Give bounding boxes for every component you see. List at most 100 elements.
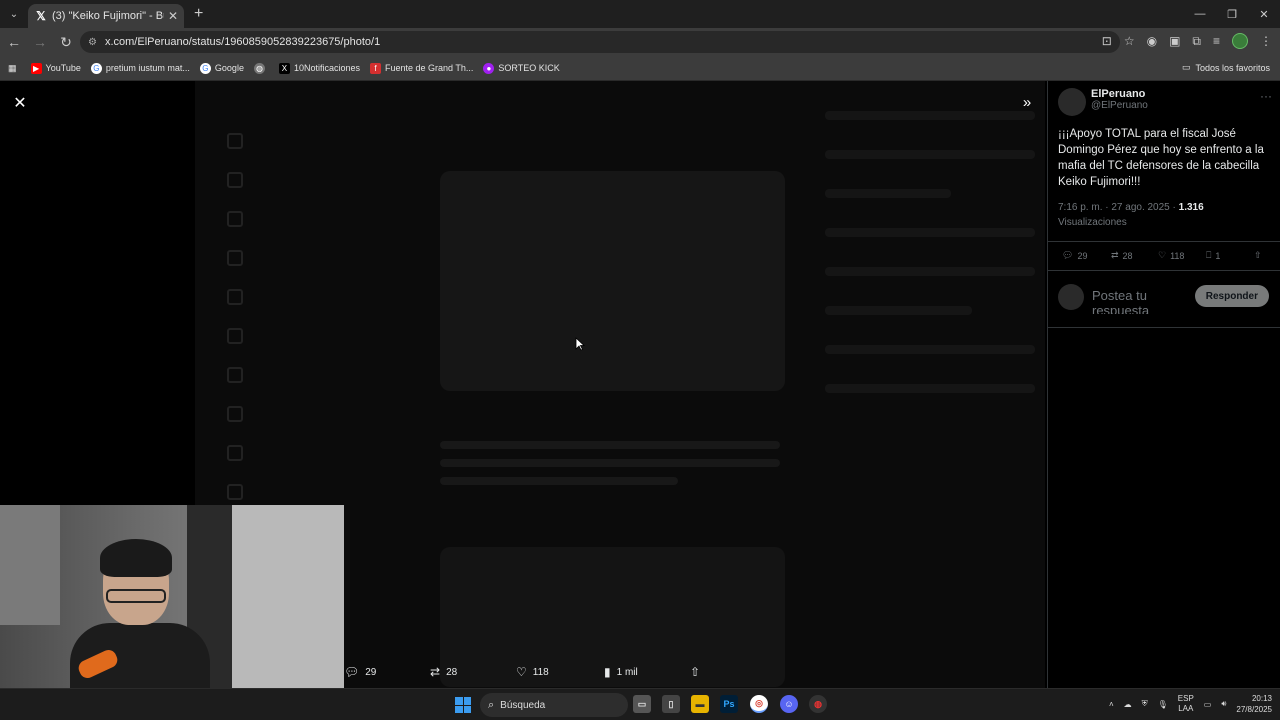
- tab-close-icon[interactable]: ✕: [168, 9, 178, 23]
- reply-submit-button[interactable]: Responder: [1194, 285, 1269, 307]
- bookmarks-bar: ▦ ▶ YouTube Gpretium iustum mat... G Googl…: [0, 56, 1280, 81]
- extension2-icon[interactable]: ▣: [1169, 34, 1180, 48]
- x-logo-icon: 𝕏: [36, 9, 46, 23]
- bookmark-label: YouTube: [45, 63, 81, 73]
- apps-icon[interactable]: ▦: [8, 63, 17, 74]
- views-label: Visualizaciones: [1058, 217, 1127, 228]
- bookmark-icon: ⎕: [1206, 250, 1212, 260]
- webcam-overlay: [0, 505, 344, 688]
- window-controls: — ❐ ✕: [1184, 0, 1280, 28]
- share-icon: ⇧: [1254, 250, 1262, 260]
- restore-button[interactable]: ❐: [1216, 0, 1248, 28]
- search-icon: ⌕: [488, 698, 495, 711]
- repost-icon: ⇄: [430, 665, 441, 679]
- repost-button[interactable]: ⇄ 28: [1111, 250, 1133, 261]
- toolbar-right-icons: ⊡ ☆ ◉ ▣ ⧉ ≡ ⋮: [1102, 33, 1272, 49]
- f-icon: f: [370, 62, 381, 74]
- bookmark-notificaciones[interactable]: X 10Notificaciones: [278, 62, 360, 74]
- app-icon[interactable]: ▯: [662, 695, 680, 713]
- bookmark-button[interactable]: ⎕ 1: [1206, 250, 1220, 261]
- globe-icon: ◍: [253, 62, 265, 74]
- taskbar-search[interactable]: ⌕ Búsqueda: [480, 693, 628, 717]
- browser-tab-active[interactable]: 𝕏 (3) "Keiko Fujimori" - Buscar / X ✕: [28, 4, 184, 28]
- start-button[interactable]: [455, 697, 471, 713]
- new-tab-button[interactable]: +: [194, 5, 203, 23]
- clock[interactable]: 20:13 27/8/2025: [1236, 693, 1272, 715]
- photo-reply-count: 29: [365, 666, 377, 678]
- photoshop-icon[interactable]: Ps: [720, 695, 738, 713]
- lang-top: ESP: [1177, 694, 1194, 703]
- dimmed-text: [440, 441, 780, 501]
- site-info-icon[interactable]: ⚙: [88, 37, 97, 48]
- photo-reply-button[interactable]: 💬︎ 29: [344, 665, 376, 679]
- tweet-author[interactable]: ElPeruano @ElPeruano: [1058, 88, 1148, 116]
- google-icon: G: [90, 62, 102, 74]
- minimize-button[interactable]: —: [1184, 0, 1216, 28]
- bookmark-count: 1: [1215, 250, 1221, 261]
- close-window-button[interactable]: ✕: [1248, 0, 1280, 28]
- mic-icon[interactable]: 🎙︎: [1158, 700, 1168, 709]
- bookmark-star-icon[interactable]: ☆: [1124, 34, 1135, 48]
- like-count: 118: [1170, 250, 1185, 261]
- forward-button[interactable]: →: [28, 30, 52, 54]
- back-button[interactable]: ←: [2, 30, 26, 54]
- app2-icon[interactable]: ◍: [809, 695, 827, 713]
- like-button[interactable]: ♡ 118: [1158, 250, 1184, 261]
- shield-icon[interactable]: ⛨: [1142, 699, 1148, 709]
- puzzle-icon[interactable]: ⧉: [1192, 34, 1201, 49]
- tweet-time[interactable]: 7:16 p. m. · 27 ago. 2025 ·: [1058, 202, 1176, 213]
- install-app-icon[interactable]: ⊡: [1102, 34, 1112, 48]
- task-view-icon[interactable]: ▭: [633, 695, 651, 713]
- language-indicator[interactable]: ESP LAA: [1178, 694, 1194, 714]
- clock-time: 20:13: [1251, 694, 1272, 703]
- network-icon[interactable]: ▭: [1204, 700, 1212, 709]
- bookmark-fuente[interactable]: f Fuente de Grand Th...: [370, 62, 474, 74]
- bookmark-label: Google: [214, 63, 244, 73]
- repost-icon: ⇄: [1111, 250, 1119, 260]
- address-bar[interactable]: ⚙ x.com/ElPeruano/status/196085905283922…: [80, 31, 1120, 53]
- tab-search-button[interactable]: ⌄: [4, 4, 24, 24]
- discord-icon[interactable]: ☺: [780, 695, 798, 713]
- reply-input[interactable]: Postea tu respuesta: [1092, 288, 1192, 314]
- views-chart-icon: ▮: [604, 665, 611, 679]
- close-photo-button[interactable]: ✕: [10, 93, 30, 113]
- photo-like-button[interactable]: ♡ 118: [516, 665, 549, 679]
- author-handle[interactable]: @ElPeruano: [1091, 100, 1148, 111]
- reply-button[interactable]: 💬︎ 29: [1062, 250, 1087, 261]
- photo-repost-button[interactable]: ⇄ 28: [430, 665, 457, 679]
- bookmark-label: SORTEO KICK: [498, 63, 560, 73]
- media-icon[interactable]: ≡: [1213, 34, 1220, 48]
- bookmark-google[interactable]: G Google: [199, 62, 244, 74]
- menu-icon[interactable]: ⋮: [1260, 34, 1272, 48]
- file-explorer-icon[interactable]: ▬: [691, 695, 709, 713]
- onedrive-icon[interactable]: ☁: [1124, 700, 1132, 709]
- bookmark-pretium[interactable]: Gpretium iustum mat...: [90, 62, 190, 74]
- photo-views-button[interactable]: ▮ 1 mil: [604, 665, 638, 679]
- tweet-panel: ElPeruano @ElPeruano ··· ¡¡¡Apoyo TOTAL …: [1047, 81, 1280, 688]
- profile-avatar[interactable]: [1232, 33, 1248, 49]
- volume-icon[interactable]: 🔊︎: [1221, 699, 1226, 709]
- bookmark-label: pretium iustum mat...: [105, 63, 190, 73]
- reload-button[interactable]: ↻: [54, 30, 78, 54]
- photo-share-button[interactable]: ⇧: [690, 665, 700, 679]
- photo-like-count: 118: [532, 666, 549, 678]
- author-name[interactable]: ElPeruano: [1091, 88, 1148, 100]
- expand-panel-button[interactable]: »: [1016, 91, 1038, 113]
- bookmark-globe[interactable]: ◍: [253, 62, 269, 74]
- reply-composer: Postea tu respuesta Responder: [1048, 271, 1280, 328]
- more-options-icon[interactable]: ···: [1260, 89, 1272, 103]
- all-bookmarks-label: Todos los favoritos: [1195, 62, 1270, 73]
- chrome-icon[interactable]: ◎: [750, 695, 768, 713]
- tray-expand-icon[interactable]: ˄: [1109, 700, 1114, 709]
- share-button[interactable]: ⇧: [1254, 250, 1262, 261]
- kick-icon: ●: [483, 62, 495, 74]
- extension-icon[interactable]: ◉: [1147, 34, 1157, 48]
- bookmark-sorteo[interactable]: ● SORTEO KICK: [483, 62, 560, 74]
- user-avatar: [1058, 284, 1084, 310]
- browser-toolbar: ← → ↻ ⚙ x.com/ElPeruano/status/196085905…: [0, 28, 1280, 56]
- photo-views-count: 1 mil: [616, 666, 638, 678]
- all-bookmarks[interactable]: ▭ Todos los favoritos: [1182, 62, 1270, 73]
- bookmark-label: Fuente de Grand Th...: [385, 63, 474, 73]
- bookmark-youtube[interactable]: ▶ YouTube: [30, 62, 81, 74]
- author-avatar[interactable]: [1058, 88, 1086, 116]
